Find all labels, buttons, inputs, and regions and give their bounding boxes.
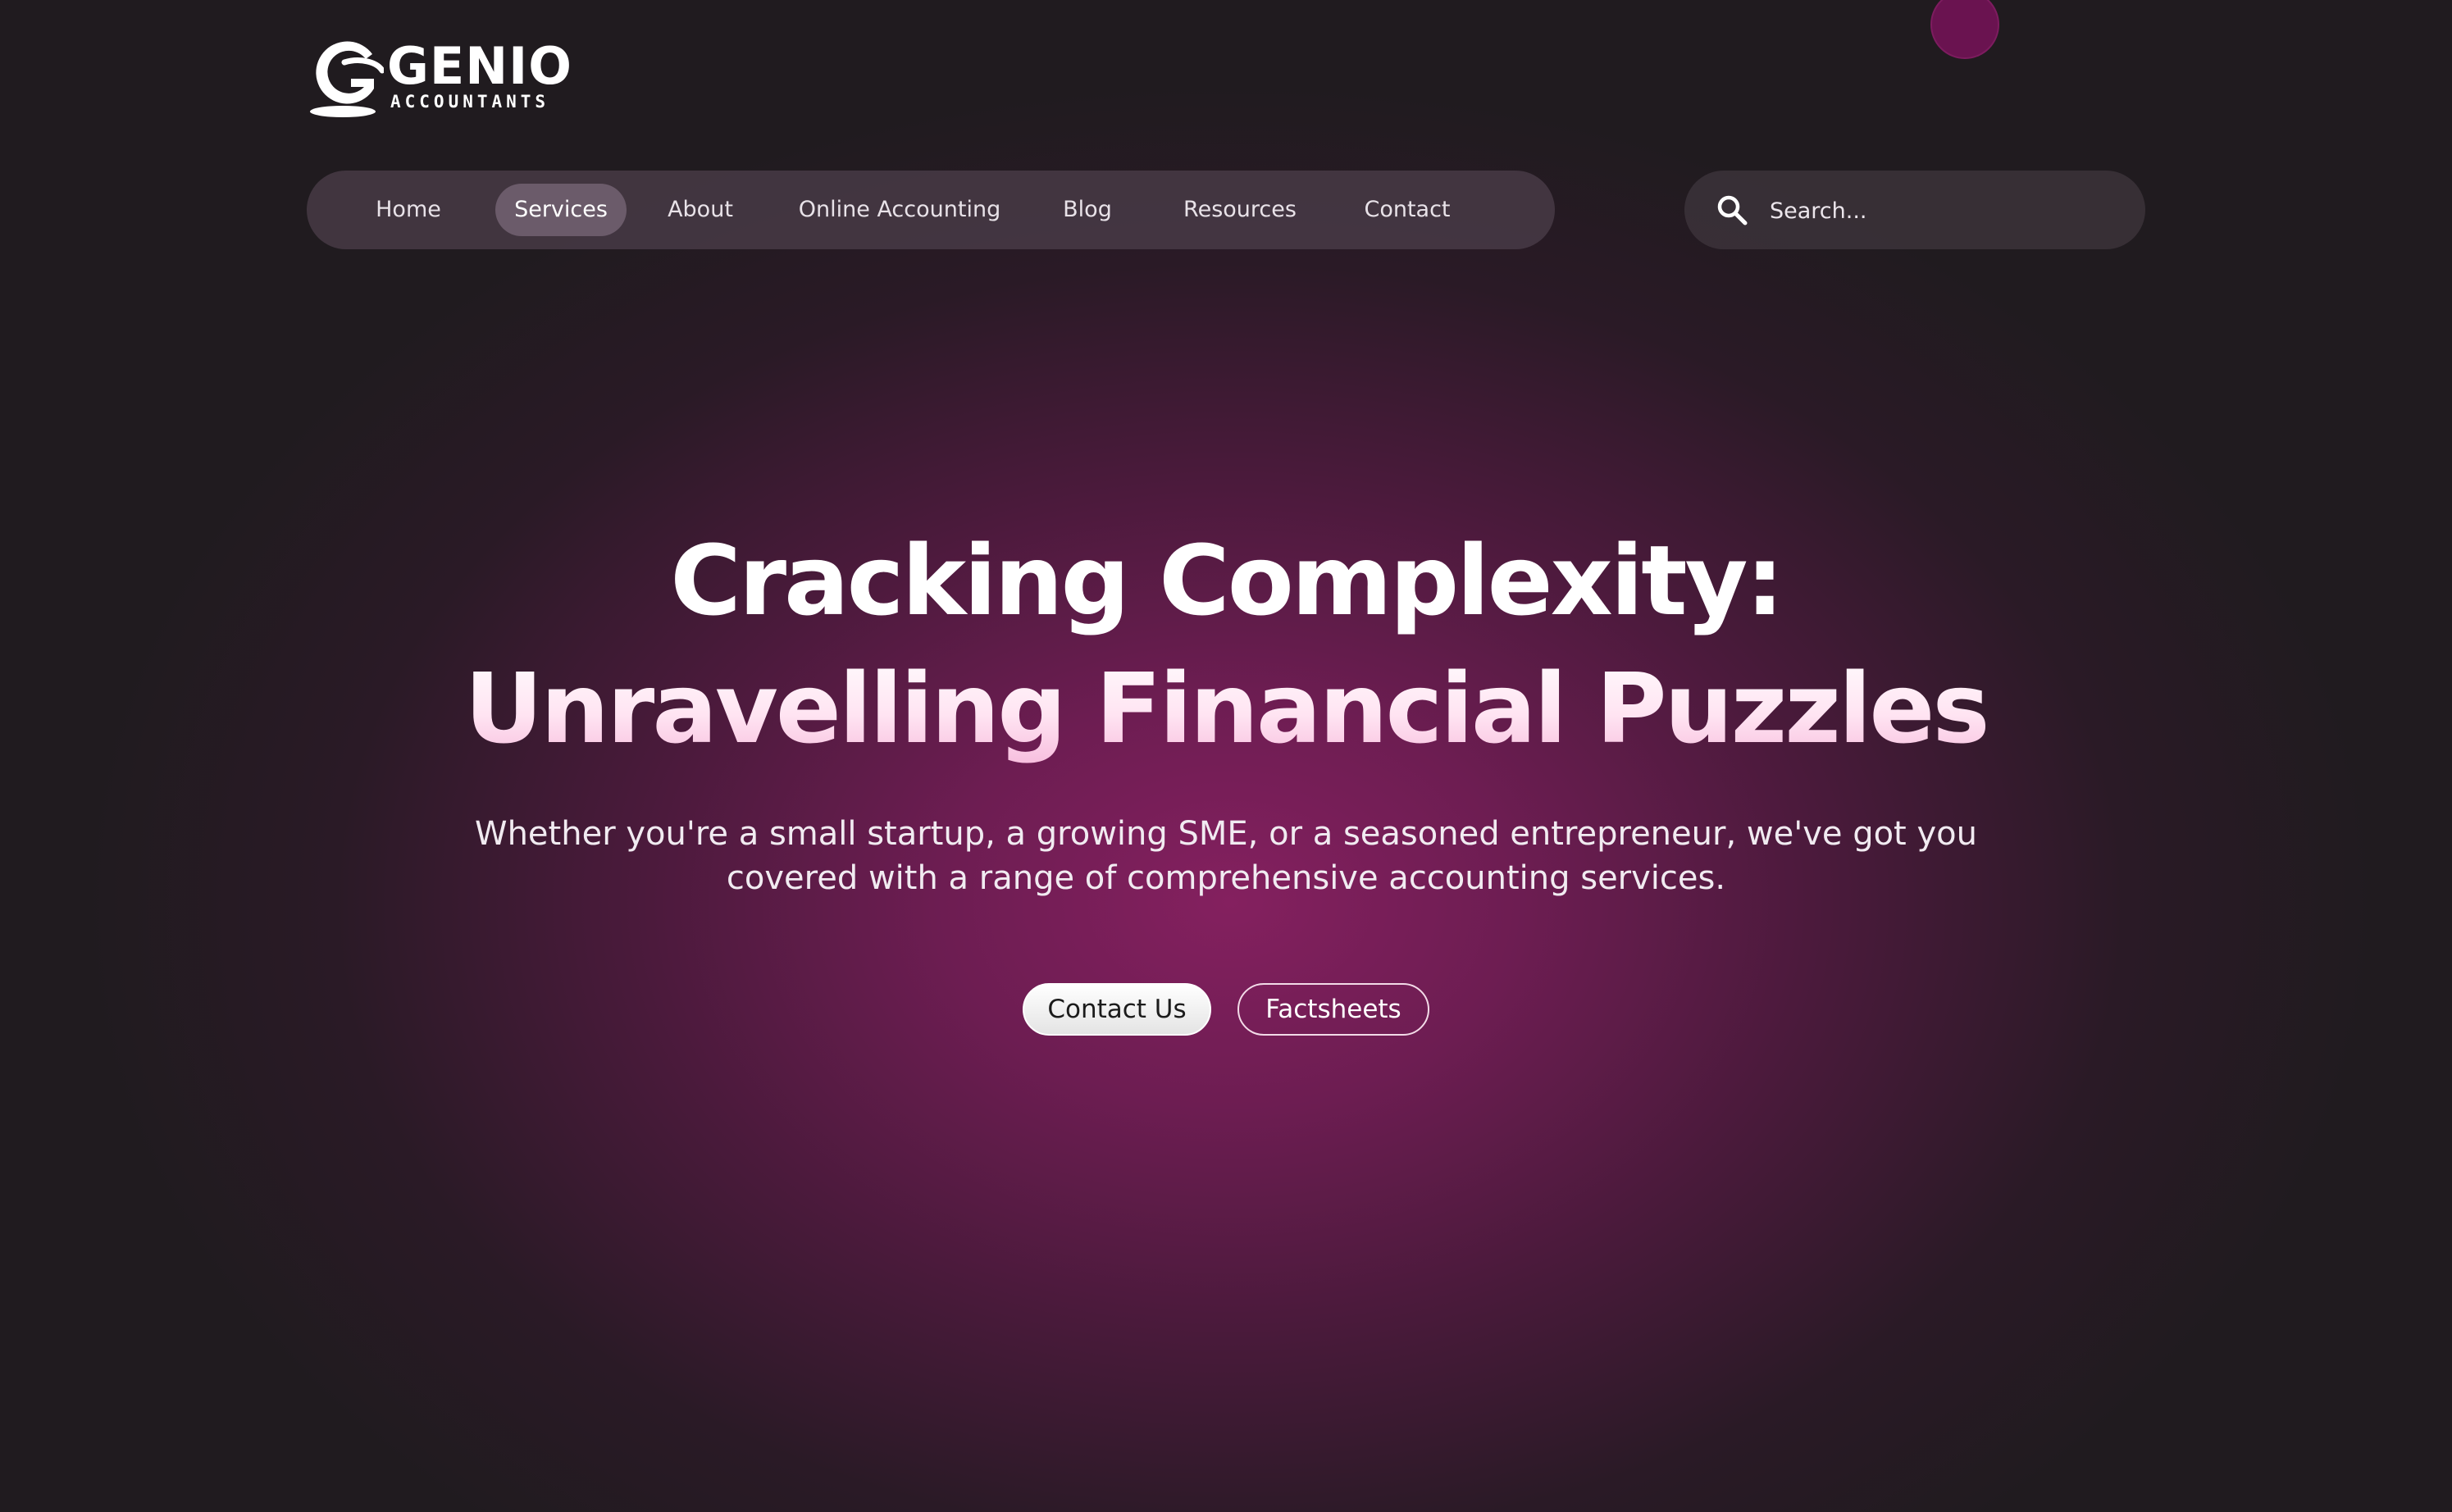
- subtitle-line-2: covered with a range of comprehensive ac…: [726, 859, 1726, 897]
- nav-item-online-accounting[interactable]: Online Accounting: [791, 184, 1009, 236]
- nav-item-home[interactable]: Home: [358, 184, 459, 236]
- headline-line-1: Cracking Complexity:: [670, 524, 1784, 637]
- factsheets-button[interactable]: Factsheets: [1237, 983, 1429, 1036]
- hero-headline: Cracking Complexity: Unravelling Financi…: [0, 517, 2452, 772]
- search-icon[interactable]: [1716, 194, 1748, 226]
- nav-item-blog[interactable]: Blog: [1045, 184, 1130, 236]
- subtitle-line-1: Whether you're a small startup, a growin…: [475, 815, 1977, 853]
- nav-item-resources[interactable]: Resources: [1166, 184, 1314, 236]
- headline-line-2: Unravelling Financial Puzzles: [0, 644, 2452, 772]
- search-input[interactable]: [1768, 185, 2116, 236]
- brand-name: GENIO: [387, 36, 572, 96]
- contact-us-button[interactable]: Contact Us: [1023, 983, 1211, 1036]
- search-box[interactable]: [1684, 171, 2145, 249]
- nav-item-about[interactable]: About: [651, 184, 750, 236]
- nav-item-services[interactable]: Services: [495, 184, 627, 236]
- main-nav: Home Services About Online Accounting Bl…: [307, 171, 1555, 249]
- genio-logo-icon: [310, 41, 384, 117]
- hero-subtitle: Whether you're a small startup, a growin…: [459, 812, 1993, 900]
- nav-item-contact[interactable]: Contact: [1350, 184, 1465, 236]
- brand-tagline: ACCOUNTANTS: [390, 92, 550, 112]
- brand-logo[interactable]: GENIO ACCOUNTANTS: [308, 38, 572, 120]
